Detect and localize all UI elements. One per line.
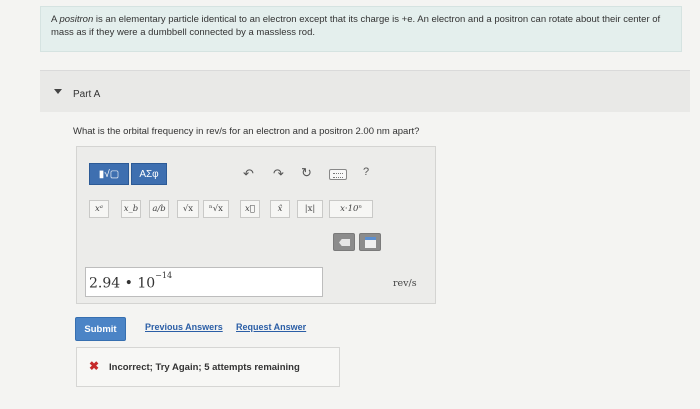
help-icon[interactable]: ? <box>363 166 369 178</box>
caret-down-icon[interactable] <box>54 89 62 94</box>
request-answer-link[interactable]: Request Answer <box>236 322 306 332</box>
answer-editor: ▮√▢ ΑΣφ ↶ ↷ ↻ ? xᵃ x_b a/b √x ⁿ√x x⃗ x̂ … <box>76 146 436 304</box>
undo-icon[interactable]: ↶ <box>243 166 254 182</box>
intro-text-2: is an elementary particle identical to a… <box>51 14 661 38</box>
previous-answers-link[interactable]: Previous Answers <box>145 322 223 332</box>
fraction-button[interactable]: a/b <box>149 200 169 218</box>
answer-mantissa: 2.94 • 10 <box>89 275 156 292</box>
error-x-icon: ✖ <box>89 359 100 373</box>
question-text: What is the orbital frequency in rev/s f… <box>73 126 420 137</box>
superscript-button[interactable]: xᵃ <box>89 200 109 218</box>
feedback-message: Incorrect; Try Again; 5 attempts remaini… <box>109 362 300 373</box>
square-root-button[interactable]: √x <box>177 200 199 218</box>
part-label: Part A <box>73 89 101 100</box>
keyboard-icon[interactable] <box>329 169 347 180</box>
submit-button[interactable]: Submit <box>75 317 126 341</box>
feedback-box: ✖ Incorrect; Try Again; 5 attempts remai… <box>76 347 340 387</box>
templates-button[interactable]: ▮√▢ <box>89 163 129 185</box>
calculator-icon[interactable] <box>359 233 381 251</box>
scientific-notation-button[interactable]: x·10ⁿ <box>329 200 373 218</box>
nth-root-button[interactable]: ⁿ√x <box>203 200 229 218</box>
absolute-value-button[interactable]: |x| <box>297 200 323 218</box>
unit-vector-button[interactable]: x̂ <box>270 200 290 218</box>
answer-exponent: −14 <box>155 271 173 280</box>
vector-button[interactable]: x⃗ <box>240 200 260 218</box>
greek-symbols-button[interactable]: ΑΣφ <box>131 163 167 185</box>
delete-icon[interactable] <box>333 233 355 251</box>
subscript-button[interactable]: x_b <box>121 200 141 218</box>
answer-input[interactable]: 2.94 • 10−14 <box>85 267 323 297</box>
intro-positron-term: positron <box>59 14 94 25</box>
unit-label: rev/s <box>393 278 417 289</box>
part-a-header[interactable]: Part A <box>40 70 690 112</box>
problem-statement: A positron is an elementary particle ide… <box>40 6 682 52</box>
redo-icon[interactable]: ↷ <box>273 166 284 182</box>
reset-icon[interactable]: ↻ <box>301 165 312 181</box>
